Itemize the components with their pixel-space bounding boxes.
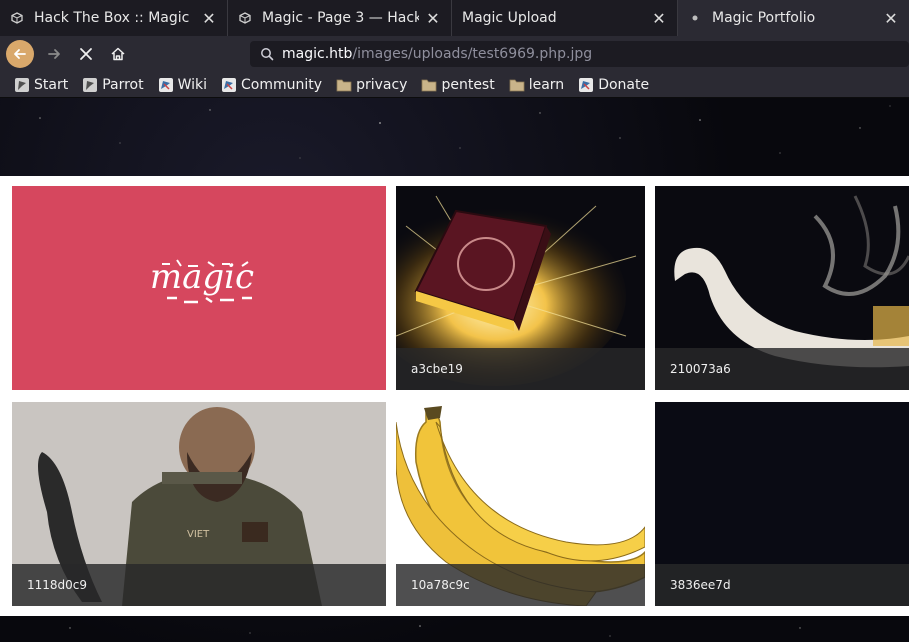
bookmark-label: Wiki xyxy=(177,76,208,93)
gallery-card-a3cbe19[interactable]: a3cbe19 xyxy=(396,186,645,390)
image-gallery: magic a3cbe19 210073a6 VIET 1118d0c9 10a… xyxy=(0,176,909,616)
bookmark-parrot[interactable]: Parrot xyxy=(82,76,144,93)
loading-dot-icon xyxy=(688,11,702,25)
bookmark-label: privacy xyxy=(356,76,408,93)
forward-arrow-icon xyxy=(48,49,60,59)
search-icon xyxy=(260,47,274,61)
tab-title: Magic Upload xyxy=(462,10,557,26)
back-button[interactable] xyxy=(6,40,34,68)
bookmark-wiki[interactable]: Wiki xyxy=(158,77,207,93)
close-tab-icon[interactable]: ✕ xyxy=(651,9,667,28)
home-button[interactable] xyxy=(104,40,132,68)
magic-logo: magic xyxy=(150,257,254,304)
parrot-wiki-icon xyxy=(221,77,237,93)
page-viewport[interactable]: magic a3cbe19 210073a6 VIET 1118d0c9 10a… xyxy=(0,98,909,642)
tab-magic-upload[interactable]: Magic Upload ✕ xyxy=(452,0,678,36)
url-path: /images/uploads/test6969.php.jpg xyxy=(352,46,593,62)
bookmarks-toolbar: Start Parrot Wiki Community privacy pent… xyxy=(0,72,909,98)
url-bar[interactable]: magic.htb/images/uploads/test6969.php.jp… xyxy=(250,41,909,67)
svg-text:VIET: VIET xyxy=(187,529,210,540)
folder-icon xyxy=(421,77,437,93)
image-caption: a3cbe19 xyxy=(396,348,645,390)
bookmark-start[interactable]: Start xyxy=(14,77,68,93)
back-arrow-icon xyxy=(14,49,26,59)
tab-title: Magic Portfolio xyxy=(712,10,816,26)
hackthebox-cube-icon xyxy=(10,11,24,25)
navigation-bar: magic.htb/images/uploads/test6969.php.jp… xyxy=(0,36,909,72)
browser-window: Hack The Box :: Magic ✕ Magic - Page 3 —… xyxy=(0,0,909,642)
forward-button[interactable] xyxy=(40,40,68,68)
bookmark-label: pentest xyxy=(441,76,495,93)
tab-hackthebox-magic[interactable]: Hack The Box :: Magic ✕ xyxy=(0,0,228,36)
gallery-card-10a78c9c[interactable]: 10a78c9c xyxy=(396,402,645,606)
bookmark-community[interactable]: Community xyxy=(221,77,322,93)
bookmark-folder-learn[interactable]: learn xyxy=(509,77,564,93)
url-host: magic.htb xyxy=(282,46,353,62)
bookmark-label: Donate xyxy=(598,76,650,93)
tab-title: Hack The Box :: Magic xyxy=(34,10,190,26)
hackthebox-cube-icon xyxy=(238,11,252,25)
image-caption: 1118d0c9 xyxy=(12,564,386,606)
bookmark-label: Start xyxy=(34,76,69,93)
stop-button[interactable] xyxy=(72,40,100,68)
gallery-card-210073a6[interactable]: 210073a6 xyxy=(655,186,909,390)
tab-magic-page3[interactable]: Magic - Page 3 — Hack Th ✕ xyxy=(228,0,452,36)
tab-magic-portfolio[interactable]: Magic Portfolio ✕ xyxy=(678,0,909,36)
bookmark-label: learn xyxy=(528,76,565,93)
folder-icon xyxy=(509,77,525,93)
close-tab-icon[interactable]: ✕ xyxy=(425,9,441,28)
bookmark-donate[interactable]: Donate xyxy=(578,77,649,93)
close-tab-icon[interactable]: ✕ xyxy=(201,9,217,28)
home-icon xyxy=(111,47,125,61)
close-tab-icon[interactable]: ✕ xyxy=(883,9,899,28)
url-text: magic.htb/images/uploads/test6969.php.jp… xyxy=(282,46,592,62)
tab-title: Magic - Page 3 — Hack Th xyxy=(262,10,419,26)
parrot-icon xyxy=(82,77,98,93)
stop-x-icon xyxy=(80,48,92,60)
tab-bar: Hack The Box :: Magic ✕ Magic - Page 3 —… xyxy=(0,0,909,36)
bookmark-folder-privacy[interactable]: privacy xyxy=(336,77,407,93)
image-caption: 210073a6 xyxy=(655,348,909,390)
bookmark-folder-pentest[interactable]: pentest xyxy=(421,76,495,93)
bookmark-label: Parrot xyxy=(102,76,144,93)
image-caption: 10a78c9c xyxy=(396,564,645,606)
parrot-wiki-icon xyxy=(578,77,594,93)
image-caption: 3836ee7d xyxy=(655,564,909,606)
gallery-card-1118d0c9[interactable]: VIET 1118d0c9 xyxy=(12,402,386,606)
gallery-card-3836ee7d[interactable]: 3836ee7d xyxy=(655,402,909,606)
gallery-card-magic-logo[interactable]: magic xyxy=(12,186,386,390)
parrot-wiki-icon xyxy=(158,77,174,93)
bookmark-label: Community xyxy=(241,76,323,93)
parrot-icon xyxy=(14,77,30,93)
folder-icon xyxy=(336,77,352,93)
